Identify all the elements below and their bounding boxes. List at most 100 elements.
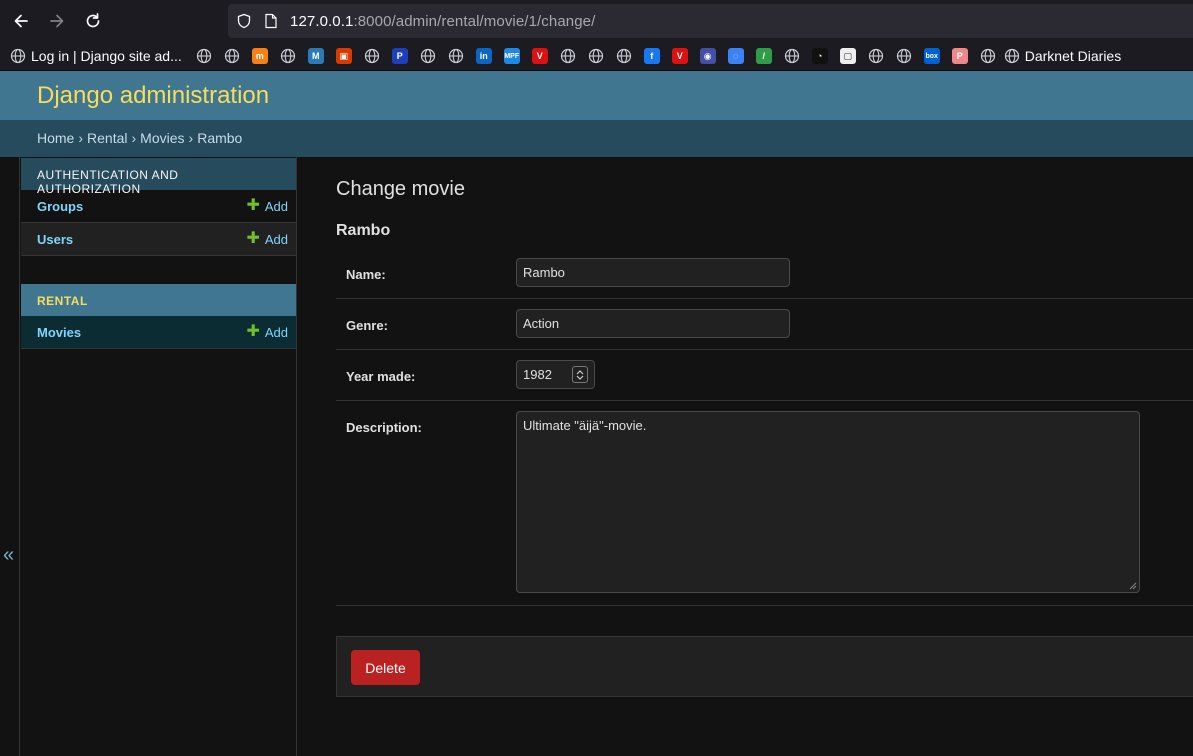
bookmark-box-icon[interactable]: box: [918, 44, 946, 68]
submit-row: Delete: [336, 636, 1193, 697]
url-path: :8000/admin/rental/movie/1/change/: [353, 13, 596, 30]
bookmark-django-login[interactable]: Log in | Django site ad...: [10, 48, 182, 64]
bookmark-darknet-diaries[interactable]: Darknet Diaries: [1004, 48, 1121, 64]
bag-icon: ▢: [839, 48, 856, 64]
sidebar-item-movies: Movies ✚ Add: [21, 316, 296, 349]
add-label: Add: [264, 198, 288, 214]
url-host: 127.0.0.1: [290, 13, 354, 30]
year-field[interactable]: 1982: [516, 360, 595, 389]
box-icon: box: [923, 48, 940, 64]
movies-link[interactable]: Movies: [37, 325, 81, 340]
pe-icon: P: [391, 48, 408, 64]
app-auth-caption[interactable]: AUTHENTICATION AND AUTHORIZATION: [21, 158, 296, 196]
sidebar-toggle[interactable]: «: [0, 157, 20, 756]
breadcrumb-home[interactable]: Home: [37, 130, 74, 146]
bookmark-globe-icon[interactable]: [890, 44, 918, 68]
bookmark-p-pink-icon[interactable]: P: [946, 44, 974, 68]
linkedin-icon: in: [475, 48, 492, 64]
add-user-button[interactable]: ✚ Add: [246, 231, 288, 247]
bookmark-moodle-icon[interactable]: m: [246, 44, 274, 68]
bookmark-leaf-icon[interactable]: /: [750, 44, 778, 68]
bookmark-globe-icon[interactable]: [218, 44, 246, 68]
breadcrumb-separator: ›: [188, 130, 194, 146]
forward-button[interactable]: [39, 5, 75, 37]
app-rental: RENTAL Movies ✚ Add: [21, 284, 296, 349]
chevron-down-icon[interactable]: [576, 375, 584, 381]
facebook-icon: f: [643, 48, 660, 64]
bookmark-mpf-icon[interactable]: MPF: [498, 44, 526, 68]
delete-button[interactable]: Delete: [351, 650, 420, 685]
nav-sidebar: « AUTHENTICATION AND AUTHORIZATION Group…: [0, 157, 297, 756]
bookmark-globe-icon[interactable]: [582, 44, 610, 68]
page-title: Change movie: [336, 178, 465, 200]
speedometer-icon: ◔: [811, 48, 828, 64]
add-label: Add: [264, 324, 288, 340]
object-title: Rambo: [336, 222, 391, 239]
year-value: 1982: [523, 367, 552, 382]
url-bar[interactable]: 127.0.0.1:8000/admin/rental/movie/1/chan…: [228, 4, 1193, 38]
genre-field[interactable]: [516, 309, 790, 338]
resize-handle-icon[interactable]: [1127, 580, 1137, 590]
bookmark-globe-icon[interactable]: [974, 44, 1002, 68]
back-button[interactable]: [3, 5, 39, 37]
breadcrumb-rental[interactable]: Rental: [87, 130, 127, 146]
metro-icon: M: [307, 48, 324, 64]
bookmark-globe-icon[interactable]: [358, 44, 386, 68]
bookmark-office-icon[interactable]: ▣: [330, 44, 358, 68]
office-icon: ▣: [335, 48, 352, 64]
spinner-icon: ◌: [727, 48, 744, 64]
bookmark-globe-icon[interactable]: [442, 44, 470, 68]
bookmark-v-red-icon[interactable]: V: [666, 44, 694, 68]
v-red-icon: V: [671, 48, 688, 64]
bookmark-globe-icon[interactable]: [610, 44, 638, 68]
breadcrumb-separator: ›: [78, 130, 84, 146]
page-icon: [265, 13, 277, 29]
reload-button[interactable]: [75, 5, 111, 37]
leaf-icon: /: [755, 48, 772, 64]
bookmark-circle-blue-icon[interactable]: ◉: [694, 44, 722, 68]
bookmark-globe-icon[interactable]: [414, 44, 442, 68]
groups-link[interactable]: Groups: [37, 199, 83, 214]
name-field[interactable]: [516, 258, 790, 287]
bookmark-globe-icon[interactable]: [862, 44, 890, 68]
circle-blue-icon: ◉: [699, 48, 716, 64]
breadcrumb: Home › Rental › Movies › Rambo: [0, 120, 1193, 157]
description-field[interactable]: Ultimate "äijä"-movie.: [516, 411, 1140, 593]
bookmarks-bar: Log in | Django site ad... m M ▣ Pin MPF Vf V ◉…: [0, 42, 1193, 71]
year-stepper[interactable]: [572, 366, 588, 383]
app-auth: AUTHENTICATION AND AUTHORIZATION Groups …: [21, 158, 296, 256]
bookmark-linkedin-icon[interactable]: in: [470, 44, 498, 68]
year-label: Year made:: [346, 369, 416, 384]
browser-toolbar: 127.0.0.1:8000/admin/rental/movie/1/chan…: [0, 0, 1193, 42]
plus-icon: ✚: [246, 197, 260, 214]
users-link[interactable]: Users: [37, 232, 73, 247]
bookmark-globe-icon[interactable]: [554, 44, 582, 68]
description-label: Description:: [346, 420, 422, 435]
add-movie-button[interactable]: ✚ Add: [246, 324, 288, 340]
description-value: Ultimate "äijä"-movie.: [523, 418, 647, 433]
bookmark-v-red-icon[interactable]: V: [526, 44, 554, 68]
breadcrumb-current: Rambo: [197, 130, 243, 146]
sidebar-item-users: Users ✚ Add: [21, 223, 296, 256]
bookmark-bag-icon[interactable]: ▢: [834, 44, 862, 68]
url-text[interactable]: 127.0.0.1:8000/admin/rental/movie/1/chan…: [290, 13, 595, 30]
shield-icon[interactable]: [236, 13, 252, 29]
admin-header: Django administration: [0, 71, 1193, 120]
bookmark-facebook-icon[interactable]: f: [638, 44, 666, 68]
add-group-button[interactable]: ✚ Add: [246, 198, 288, 214]
globe-icon: [10, 48, 26, 64]
name-label: Name:: [346, 267, 386, 282]
bookmark-metro-icon[interactable]: M: [302, 44, 330, 68]
bookmark-globe-icon[interactable]: [190, 44, 218, 68]
bookmark-globe-icon[interactable]: [274, 44, 302, 68]
breadcrumb-movies[interactable]: Movies: [140, 130, 184, 146]
main-content: Change movie Rambo Name: Genre: Year mad…: [297, 157, 1193, 756]
bookmark-icons: m M ▣ Pin MPF Vf V ◉ ◌ / ◔ ▢ box P: [190, 44, 1002, 68]
bookmark-spinner-icon[interactable]: ◌: [722, 44, 750, 68]
bookmark-speedometer-icon[interactable]: ◔: [806, 44, 834, 68]
bookmark-pe-icon[interactable]: P: [386, 44, 414, 68]
bookmark-globe-icon[interactable]: [778, 44, 806, 68]
site-branding[interactable]: Django administration: [37, 82, 269, 110]
app-rental-caption[interactable]: RENTAL: [21, 284, 296, 316]
bookmark-label: Darknet Diaries: [1024, 48, 1122, 64]
